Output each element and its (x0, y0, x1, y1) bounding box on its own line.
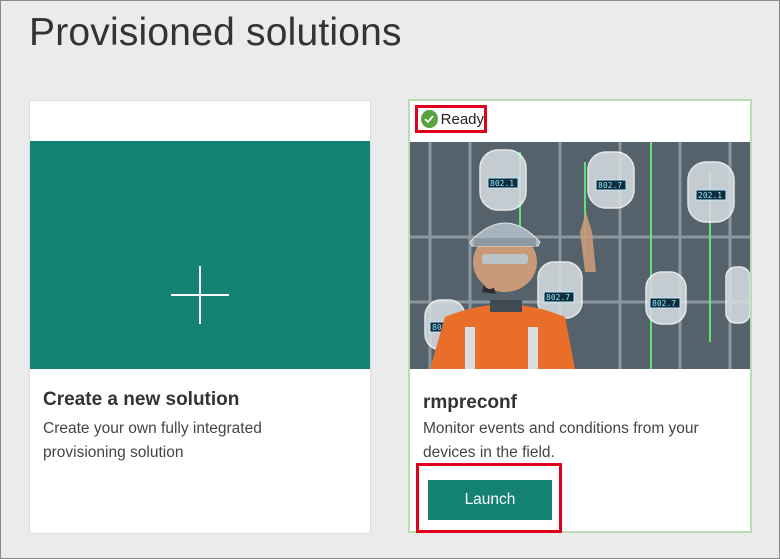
launch-highlight: Launch (416, 463, 562, 533)
solution-hero-image: 802.1 802.7 202.1 802.7 802.7 802.7 (410, 142, 750, 369)
app-window: Provisioned solutions Create a new solut… (0, 0, 780, 559)
status-text: Ready (440, 110, 484, 128)
svg-text:802.7: 802.7 (598, 181, 622, 190)
page-title: Provisioned solutions (29, 11, 402, 54)
create-solution-card[interactable]: Create a new solution Create your own fu… (30, 101, 370, 533)
svg-text:802.7: 802.7 (546, 293, 570, 302)
solution-name[interactable]: rmpreconf (423, 392, 517, 414)
solution-card[interactable]: Ready 802.1 802.7 202.1 802.7 802.7 rmpr… (408, 99, 752, 533)
check-circle-icon (421, 110, 438, 128)
plus-icon (171, 266, 229, 324)
svg-text:802.7: 802.7 (652, 299, 676, 308)
hero-illustration: 802.1 802.7 202.1 802.7 802.7 802.7 (410, 142, 750, 369)
status-badge: Ready (415, 105, 487, 133)
svg-text:802.1: 802.1 (490, 179, 514, 188)
launch-button[interactable]: Launch (428, 480, 552, 520)
svg-text:202.1: 202.1 (698, 191, 722, 200)
solution-description: Monitor events and conditions from your … (423, 420, 699, 461)
create-solution-title[interactable]: Create a new solution (43, 389, 239, 411)
create-solution-description: Create your own fully integrated provisi… (43, 420, 262, 461)
create-solution-tile[interactable] (30, 141, 370, 369)
